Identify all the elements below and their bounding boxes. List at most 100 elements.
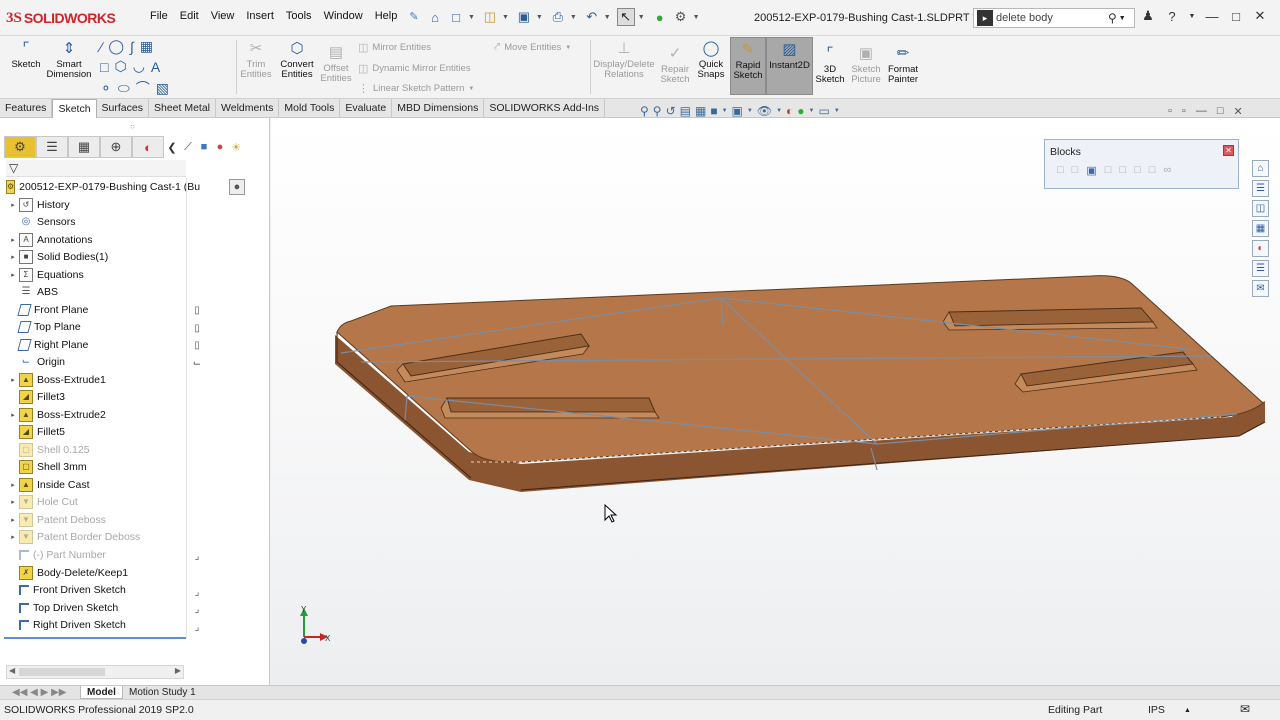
search-icon[interactable]: ⚲: [1108, 11, 1117, 25]
tree-item-sensors[interactable]: ◎ Sensors: [0, 213, 186, 230]
tab-model[interactable]: Model: [80, 686, 123, 699]
display-style-icon[interactable]: ▣: [732, 104, 743, 118]
rebuild-icon[interactable]: ⚙: [672, 8, 690, 26]
sketch-visibility-icon[interactable]: ⌟: [191, 586, 203, 598]
tree-item-part-number[interactable]: (-) Part Number: [0, 546, 186, 563]
scale-icon[interactable]: ⟋: [180, 136, 196, 158]
close-icon[interactable]: ✕: [1233, 105, 1242, 118]
circle-icon[interactable]: ◯: [108, 38, 124, 55]
tree-item-origin[interactable]: ⌙ Origin: [0, 353, 186, 370]
move-entities-button[interactable]: ⤤ Move Entities ▼: [494, 41, 571, 54]
new-document-icon[interactable]: □: [447, 8, 465, 26]
open-folder-icon[interactable]: ◫: [481, 8, 499, 26]
file-explorer-icon[interactable]: ◫: [1252, 200, 1269, 217]
status-message-icon[interactable]: ✉: [1240, 702, 1250, 716]
tab-features[interactable]: Features: [0, 99, 53, 118]
expand-icon[interactable]: ▸: [7, 411, 19, 419]
expand-icon[interactable]: ▸: [7, 498, 19, 506]
chevron-down-icon[interactable]: ▼: [570, 14, 577, 21]
3d-sketch-button[interactable]: ⌜ 3D Sketch: [815, 44, 844, 85]
expand-icon[interactable]: ▸: [7, 253, 19, 261]
offset-entities-button[interactable]: ▤ Offset Entities: [318, 43, 354, 84]
tab-weldments[interactable]: Weldments: [216, 99, 280, 118]
tree-item-right-plane[interactable]: Right Plane: [0, 336, 186, 353]
apply-scene-icon[interactable]: ●: [797, 104, 804, 118]
previous-view-icon[interactable]: ↺: [666, 104, 676, 118]
undo-icon[interactable]: ↶: [583, 8, 601, 26]
tree-filter[interactable]: ▽: [6, 160, 186, 177]
appearance-ball-icon[interactable]: ●: [229, 179, 245, 195]
chevron-down-icon[interactable]: ▼: [776, 108, 782, 114]
linear-pattern-button[interactable]: ⋮ Linear Sketch Pattern ▼: [358, 82, 474, 95]
appearances-icon[interactable]: ◐: [1252, 240, 1269, 257]
chevron-down-icon[interactable]: ▼: [722, 108, 728, 114]
design-library-icon[interactable]: ☰: [1252, 180, 1269, 197]
tree-item-fillet5[interactable]: ◢ Fillet5: [0, 423, 186, 440]
chevron-down-icon[interactable]: ▼: [565, 45, 571, 51]
sketch-visibility-icon[interactable]: ⌟: [191, 621, 203, 633]
zoom-to-fit-icon[interactable]: ⚲: [640, 104, 649, 118]
save-block-icon[interactable]: □: [1134, 164, 1141, 177]
menu-insert[interactable]: Insert: [240, 10, 280, 23]
user-icon[interactable]: ♟: [1140, 8, 1156, 24]
menu-edit[interactable]: Edit: [174, 10, 205, 23]
traffic-light-icon[interactable]: ●: [651, 8, 669, 26]
expand-icon[interactable]: ▸: [7, 201, 19, 209]
chevron-down-icon[interactable]: ▼: [638, 14, 645, 21]
tree-item-shell-0125[interactable]: ▢ Shell 0.125: [0, 441, 186, 458]
tree-horizontal-scrollbar[interactable]: ◀ ▶: [6, 665, 184, 679]
command-search-icon[interactable]: ▸: [977, 10, 993, 26]
tree-root[interactable]: ⚙ 200512-EXP-0179-Bushing Cast-1 (Bu: [0, 178, 200, 195]
sketch-picture-button[interactable]: ▣ Sketch Picture: [848, 44, 884, 85]
chevron-down-icon[interactable]: ▼: [468, 86, 474, 92]
display-delete-relations-button[interactable]: ⊥ Display/Delete Relations: [592, 39, 656, 80]
tree-item-abs[interactable]: ☰ ABS: [0, 283, 186, 300]
chevron-right-icon[interactable]: ▶: [175, 666, 181, 675]
view-settings-icon[interactable]: ▭: [818, 104, 829, 118]
menu-window[interactable]: Window: [318, 10, 369, 23]
rectangle-icon[interactable]: ▦: [140, 38, 153, 55]
tree-item-hole-cut[interactable]: ▸ ▼ Hole Cut: [0, 493, 186, 510]
expand-icon[interactable]: ▸: [7, 533, 19, 541]
dimxpert-tab-icon[interactable]: ⊕: [100, 136, 132, 158]
tab-mbd-dimensions[interactable]: MBD Dimensions: [392, 99, 485, 118]
view-palette-icon[interactable]: ▦: [1252, 220, 1269, 237]
help-icon[interactable]: ?: [1164, 9, 1180, 24]
chevron-down-icon[interactable]: ▼: [747, 108, 753, 114]
trim-entities-button[interactable]: ✂ Trim Entities: [238, 39, 274, 80]
add-remove-icon[interactable]: □: [1105, 164, 1112, 177]
chevron-down-icon[interactable]: ▼: [604, 14, 611, 21]
section-view-icon[interactable]: ▤: [680, 104, 691, 118]
view-orientation-icon[interactable]: ■: [710, 104, 717, 118]
tab-mold-tools[interactable]: Mold Tools: [279, 99, 341, 118]
rectangle-icon[interactable]: □: [100, 59, 108, 75]
chevron-down-icon[interactable]: ▼: [693, 14, 700, 21]
panel-grip-icon[interactable]: ○: [130, 122, 135, 131]
polygon-icon[interactable]: ⬡: [114, 58, 126, 75]
menu-file[interactable]: File: [144, 10, 174, 23]
search-box[interactable]: ▸ ⚲ ▼: [973, 8, 1135, 28]
plane-visibility-icon[interactable]: ▯: [191, 304, 203, 316]
chevron-down-icon[interactable]: ▼: [502, 14, 509, 21]
save-icon[interactable]: ▣: [515, 8, 533, 26]
dynamic-mirror-button[interactable]: ◫ Dynamic Mirror Entities: [358, 62, 471, 75]
tree-item-patent-deboss[interactable]: ▸ ▼ Patent Deboss: [0, 511, 186, 528]
format-painter-button[interactable]: ✏ Format Painter: [886, 44, 920, 85]
graphics-area[interactable]: [271, 118, 1280, 685]
tree-item-patent-border-deboss[interactable]: ▸ ▼ Patent Border Deboss: [0, 528, 186, 545]
plane-visibility-icon[interactable]: ▯: [191, 339, 203, 351]
cube-icon[interactable]: ■: [196, 136, 212, 158]
custom-properties-icon[interactable]: ☰: [1252, 260, 1269, 277]
part-model-view[interactable]: [271, 118, 1280, 685]
tab-sheet-metal[interactable]: Sheet Metal: [149, 99, 217, 118]
search-input[interactable]: [996, 12, 1108, 24]
print-icon[interactable]: ⎙: [549, 8, 567, 26]
maximize-icon[interactable]: □: [1217, 105, 1224, 118]
display-manager-tab-icon[interactable]: ◐: [132, 136, 164, 158]
menu-view[interactable]: View: [205, 10, 241, 23]
tab-nav-arrows-icon[interactable]: ◀◀ ◀ ▶ ▶▶: [6, 686, 72, 699]
plane-visibility-icon[interactable]: ▯: [191, 322, 203, 334]
belt-chain-icon[interactable]: ∞: [1163, 164, 1171, 177]
text-icon[interactable]: A: [151, 59, 160, 75]
sketch-button[interactable]: ⌜ Sketch: [8, 39, 44, 70]
